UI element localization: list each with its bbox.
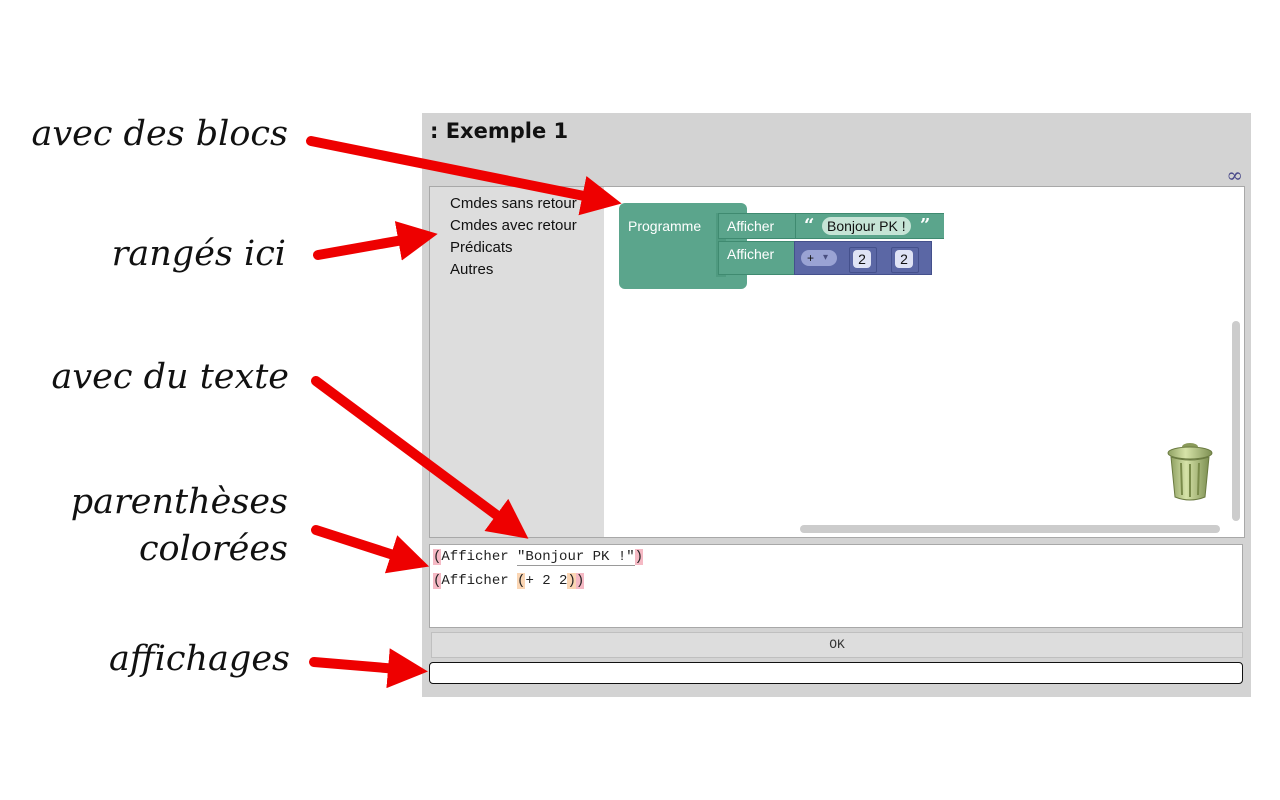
math-op-block[interactable]: + ▾ 2 2 [794,241,932,275]
infinity-icon[interactable]: ∞ [1226,163,1243,187]
op-dropdown[interactable]: + ▾ [801,250,837,266]
code-line-2: (Afficher (+ 2 2)) [433,571,1239,595]
ok-button[interactable]: OK [431,632,1243,658]
quote-open-icon: “ [804,215,815,236]
code-editor[interactable]: (Afficher "Bonjour PK !") (Afficher (+ 2… [429,544,1243,628]
num-block-1[interactable]: 2 [849,247,877,273]
print-block-1-label: Afficher [727,218,775,234]
output-display [429,662,1243,684]
annotation-text: avec du texte [51,357,289,397]
toolbox: Cmdes sans retour Cmdes avec retour Préd… [430,187,604,537]
annotation-display: affichages [109,639,290,679]
paren-close: ) [575,573,585,589]
toolbox-category-predicates[interactable]: Prédicats [430,239,604,261]
print-block-1[interactable]: Afficher “ Bonjour PK ! ” [718,213,944,239]
horizontal-scrollbar[interactable] [800,525,1220,533]
arrow-display [309,648,428,689]
chevron-down-icon: ▾ [823,252,829,263]
op-symbol: + [807,251,815,265]
code-string: "Bonjour PK !" [517,549,635,566]
vertical-scrollbar[interactable] [1232,321,1240,521]
blocks-workspace[interactable]: Cmdes sans retour Cmdes avec retour Préd… [429,186,1245,538]
blocks-canvas[interactable]: Programme Afficher “ Bonjour PK ! ” Affi… [604,187,1244,537]
inner-paren-close: ) [567,573,576,589]
string-value-field[interactable]: Bonjour PK ! [822,217,911,235]
quote-close-icon: ” [920,215,931,236]
toolbox-category-commands-with-return[interactable]: Cmdes avec retour [430,217,604,239]
string-block[interactable]: “ Bonjour PK ! ” [795,214,944,238]
program-block-label: Programme [628,218,702,234]
arrow-ranges [313,221,438,261]
num-2-field[interactable]: 2 [895,250,913,268]
example-panel: : Exemple 1 ∞ Cmdes sans retour Cmdes av… [422,113,1251,697]
panel-title: : Exemple 1 [430,119,569,143]
num-block-2[interactable]: 2 [891,247,919,273]
code-keyword: Afficher [441,549,518,565]
trash-icon[interactable] [1166,441,1214,503]
print-block-2[interactable]: Afficher [718,241,798,275]
print-block-2-label: Afficher [727,246,775,262]
num-1-field[interactable]: 2 [853,250,871,268]
arrow-parens [311,525,430,574]
code-keyword: Afficher [441,573,518,589]
annotation-parens-line2: colorées [138,529,288,569]
code-line-1: (Afficher "Bonjour PK !") [433,547,1239,571]
paren-close: ) [634,549,644,565]
toolbox-category-commands-no-return[interactable]: Cmdes sans retour [430,195,604,217]
code-expression: + 2 2 [525,573,568,589]
toolbox-category-others[interactable]: Autres [430,261,604,283]
annotation-blocks: avec des blocs [31,114,288,154]
annotation-parens-line1: parenthèses [70,482,288,522]
annotation-ranges: rangés ici [111,234,286,274]
